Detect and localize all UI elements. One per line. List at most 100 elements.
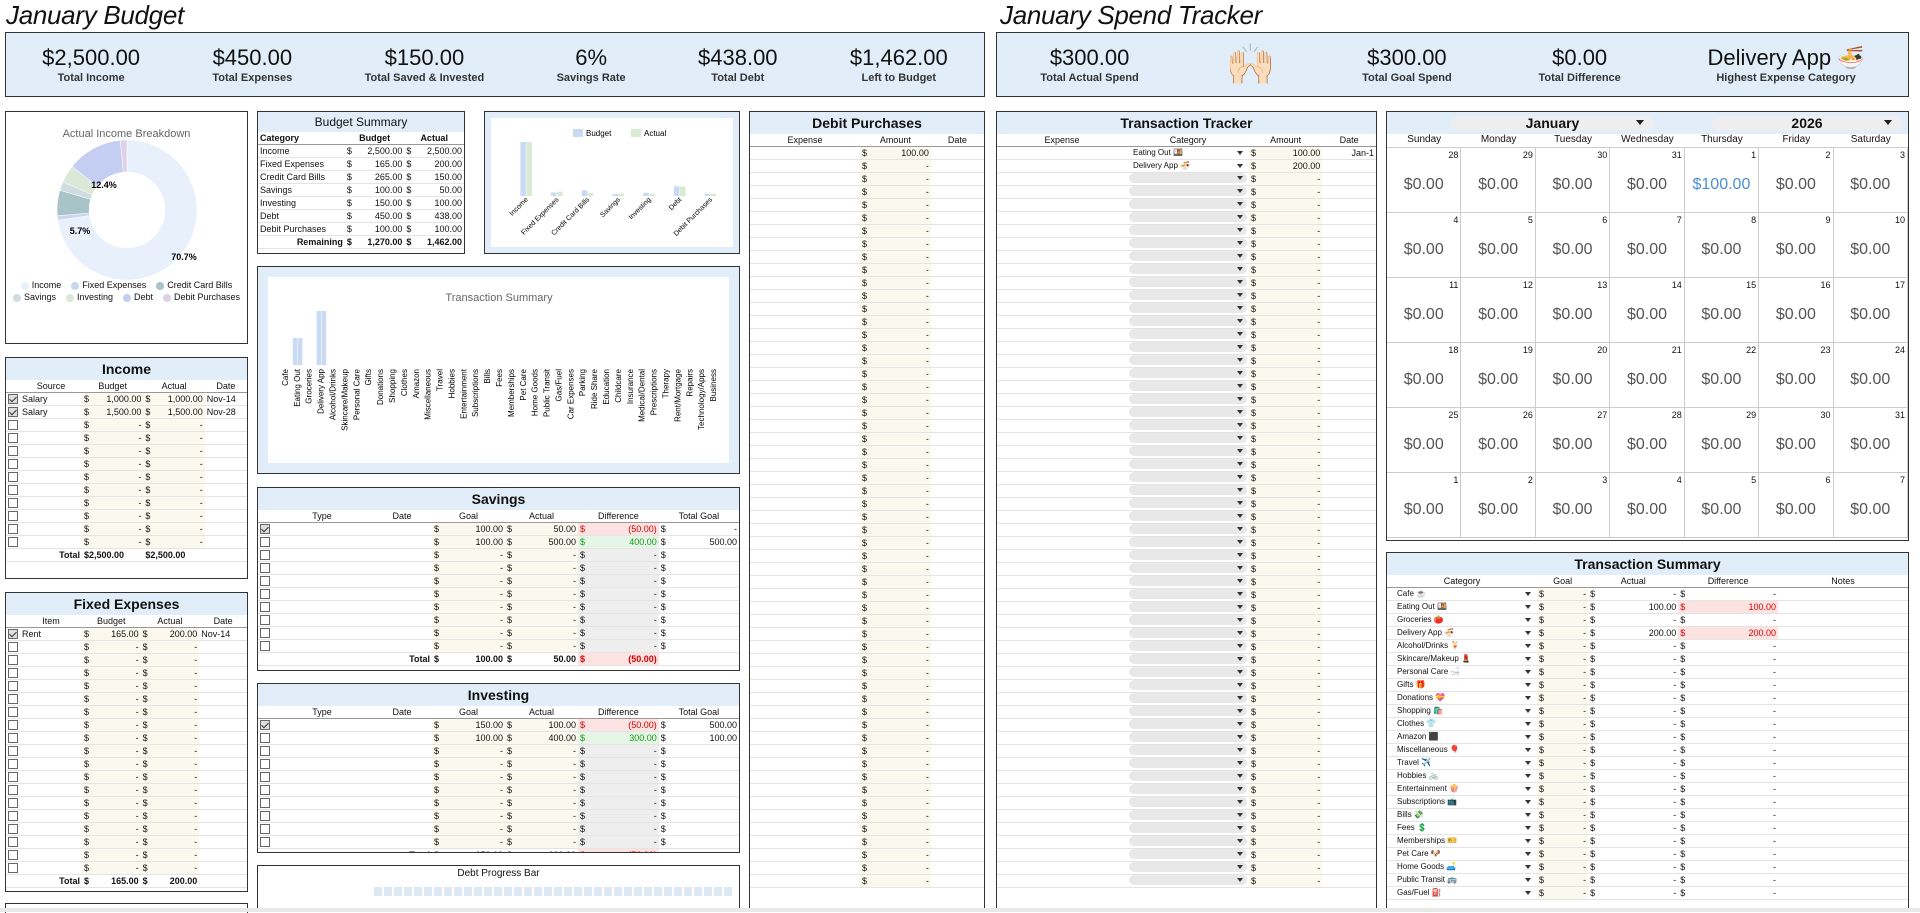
date-cell[interactable] <box>930 809 984 823</box>
row-checkbox[interactable] <box>8 745 18 756</box>
notes-cell[interactable] <box>1778 717 1908 731</box>
calendar-day[interactable]: 18 $0.00 <box>1387 343 1462 408</box>
calendar-day[interactable]: 28 $0.00 <box>1610 408 1685 473</box>
category-dropdown[interactable] <box>1129 406 1247 417</box>
category-dropdown[interactable] <box>1129 536 1247 547</box>
row-checkbox[interactable] <box>260 732 270 743</box>
notes-cell[interactable] <box>1778 860 1908 874</box>
category-dropdown[interactable]: Groceries 🍅 <box>1389 615 1535 625</box>
row-checkbox[interactable] <box>8 393 18 404</box>
category-dropdown[interactable] <box>1129 185 1247 196</box>
notes-cell[interactable] <box>1778 665 1908 679</box>
category-dropdown[interactable] <box>1129 471 1247 482</box>
category-dropdown[interactable]: Eating Out 🍱 <box>1129 148 1247 158</box>
date-cell[interactable] <box>930 562 984 576</box>
date-cell[interactable] <box>1322 588 1376 602</box>
expense-cell[interactable] <box>750 861 860 875</box>
date-cell[interactable] <box>930 198 984 212</box>
category-dropdown[interactable] <box>1129 484 1247 495</box>
expense-cell[interactable] <box>750 718 860 732</box>
calendar-day[interactable]: 2 $0.00 <box>1759 148 1834 213</box>
notes-cell[interactable] <box>1778 613 1908 627</box>
notes-cell[interactable] <box>1778 626 1908 640</box>
date-cell[interactable] <box>1322 354 1376 368</box>
expense-cell[interactable] <box>750 705 860 719</box>
category-dropdown[interactable]: Miscellaneous 🎈 <box>1389 745 1535 755</box>
expense-cell[interactable] <box>997 614 1127 628</box>
category-dropdown[interactable] <box>1129 211 1247 222</box>
date-cell[interactable] <box>1322 731 1376 745</box>
expense-cell[interactable] <box>750 575 860 589</box>
date-cell[interactable] <box>1322 484 1376 498</box>
date-cell[interactable] <box>930 536 984 550</box>
date-cell[interactable] <box>1322 458 1376 472</box>
date-cell[interactable] <box>1322 341 1376 355</box>
expense-cell[interactable] <box>997 744 1127 758</box>
calendar-day[interactable]: 9 $0.00 <box>1759 213 1834 278</box>
date-cell[interactable] <box>930 588 984 602</box>
row-checkbox[interactable] <box>260 771 270 782</box>
category-dropdown[interactable] <box>1129 224 1247 235</box>
category-dropdown[interactable] <box>1129 679 1247 690</box>
expense-cell[interactable] <box>997 159 1127 173</box>
row-checkbox[interactable] <box>260 758 270 769</box>
notes-cell[interactable] <box>1778 639 1908 653</box>
expense-cell[interactable] <box>750 744 860 758</box>
row-checkbox[interactable] <box>8 641 18 652</box>
expense-cell[interactable] <box>997 211 1127 225</box>
expense-cell[interactable] <box>997 432 1127 446</box>
date-cell[interactable] <box>930 341 984 355</box>
expense-cell[interactable] <box>750 679 860 693</box>
notes-cell[interactable] <box>1778 691 1908 705</box>
category-dropdown[interactable] <box>1129 705 1247 716</box>
notes-cell[interactable] <box>1778 652 1908 666</box>
expense-cell[interactable] <box>997 289 1127 303</box>
row-checkbox[interactable] <box>8 836 18 847</box>
expense-cell[interactable] <box>997 471 1127 485</box>
row-checkbox[interactable] <box>260 797 270 808</box>
date-cell[interactable] <box>1322 861 1376 875</box>
category-dropdown[interactable]: Travel ✈️ <box>1389 758 1535 768</box>
row-checkbox[interactable] <box>8 719 18 730</box>
row-checkbox[interactable] <box>8 680 18 691</box>
year-select[interactable]: 2026 <box>1712 116 1902 130</box>
expense-cell[interactable] <box>750 458 860 472</box>
row-checkbox[interactable] <box>260 523 270 534</box>
category-dropdown[interactable] <box>1129 835 1247 846</box>
expense-cell[interactable] <box>997 510 1127 524</box>
category-dropdown[interactable] <box>1129 575 1247 586</box>
expense-cell[interactable] <box>750 471 860 485</box>
row-checkbox[interactable] <box>260 588 270 599</box>
expense-cell[interactable] <box>750 263 860 277</box>
category-dropdown[interactable] <box>1129 367 1247 378</box>
date-cell[interactable] <box>930 289 984 303</box>
expense-cell[interactable] <box>997 497 1127 511</box>
row-checkbox[interactable] <box>260 549 270 560</box>
calendar-day[interactable]: 10 $0.00 <box>1833 213 1908 278</box>
expense-cell[interactable] <box>997 588 1127 602</box>
row-checkbox[interactable] <box>8 523 18 534</box>
category-dropdown[interactable] <box>1129 432 1247 443</box>
row-checkbox[interactable] <box>8 693 18 704</box>
date-cell[interactable] <box>1322 432 1376 446</box>
row-checkbox[interactable] <box>8 706 18 717</box>
calendar-day[interactable]: 3 $0.00 <box>1833 148 1908 213</box>
row-checkbox[interactable] <box>260 810 270 821</box>
date-cell[interactable] <box>930 263 984 277</box>
calendar-day[interactable]: 2 $0.00 <box>1461 473 1536 538</box>
expense-cell[interactable] <box>997 848 1127 862</box>
date-cell[interactable] <box>1322 367 1376 381</box>
expense-cell[interactable] <box>997 445 1127 459</box>
category-dropdown[interactable] <box>1129 328 1247 339</box>
row-checkbox[interactable] <box>260 719 270 730</box>
calendar-day[interactable]: 5 $0.00 <box>1461 213 1536 278</box>
category-dropdown[interactable] <box>1129 380 1247 391</box>
date-cell[interactable] <box>930 549 984 563</box>
category-dropdown[interactable]: Gifts 🎁 <box>1389 680 1535 690</box>
category-dropdown[interactable]: Memberships 🎫 <box>1389 836 1535 846</box>
calendar-day[interactable]: 3 $0.00 <box>1535 473 1611 538</box>
date-cell[interactable] <box>1322 380 1376 394</box>
notes-cell[interactable] <box>1778 678 1908 692</box>
expense-cell[interactable] <box>750 250 860 264</box>
calendar-day[interactable]: 13 $0.00 <box>1535 278 1611 343</box>
